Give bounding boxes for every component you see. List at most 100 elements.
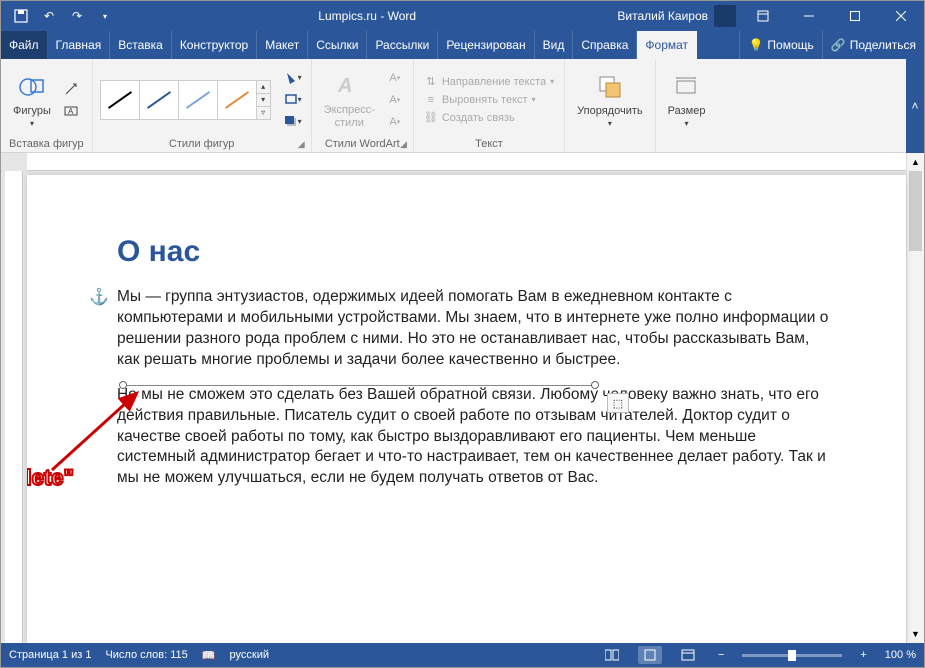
qat-customize[interactable]: ▾ xyxy=(93,4,117,28)
lightbulb-icon: 💡 xyxy=(748,38,763,52)
tab-format[interactable]: Формат xyxy=(637,31,697,59)
text-direction-button[interactable]: ⇅Направление текста ▾ xyxy=(422,74,556,90)
vertical-scrollbar[interactable]: ▲ ▼ xyxy=(906,153,924,643)
align-text-button[interactable]: ≡Выровнять текст ▾ xyxy=(422,92,556,108)
web-layout-button[interactable] xyxy=(676,646,700,664)
chevron-down-icon: ▾ xyxy=(30,119,34,128)
share-button[interactable]: 🔗Поделиться xyxy=(822,31,924,59)
link-icon: ⛓ xyxy=(424,111,438,125)
zoom-slider[interactable] xyxy=(742,654,842,657)
language-indicator[interactable]: русский xyxy=(230,649,269,661)
document-area: ▲ ▼ О нас ⚓ Мы — группа энтузиастов, оде… xyxy=(1,153,924,643)
tab-home[interactable]: Главная xyxy=(48,31,111,59)
group-wordart-styles: A Экспресс- стили A▾ A▾ A▾ Стили WordArt… xyxy=(312,59,414,152)
user-name: Виталий Каиров xyxy=(617,9,708,23)
paragraph-2: Но мы не сможем это сделать без Вашей об… xyxy=(117,385,836,490)
paragraph-1: Мы — группа энтузиастов, одержимых идеей… xyxy=(117,287,836,371)
group-text: ⇅Направление текста ▾ ≡Выровнять текст ▾… xyxy=(414,59,565,152)
style-preset-2[interactable] xyxy=(139,80,179,120)
line-handle-end[interactable] xyxy=(591,381,599,389)
size-button[interactable]: Размер ▾ xyxy=(664,69,710,130)
wordart-styles-button[interactable]: A Экспресс- стили xyxy=(320,68,379,130)
group-arrange: Упорядочить ▾ xyxy=(565,59,655,152)
scroll-thumb[interactable] xyxy=(909,171,922,251)
group-insert-shapes: Фигуры ▾ A Вставка фигур xyxy=(1,59,93,152)
ribbon: Фигуры ▾ A Вставка фигур ▴▾▿ xyxy=(1,59,906,153)
share-icon: 🔗 xyxy=(831,38,846,52)
tab-view[interactable]: Вид xyxy=(535,31,574,59)
style-preset-3[interactable] xyxy=(178,80,218,120)
style-preset-4[interactable] xyxy=(217,80,257,120)
tab-review[interactable]: Рецензирован xyxy=(438,31,534,59)
text-box-button[interactable]: A xyxy=(61,101,81,121)
style-preset-1[interactable] xyxy=(100,80,140,120)
shape-styles-launcher[interactable]: ◢ xyxy=(298,139,305,150)
gallery-scroll[interactable]: ▴▾▿ xyxy=(257,80,271,120)
titlebar: ↶ ↷ ▾ Lumpics.ru - Word Виталий Каиров xyxy=(1,1,924,31)
zoom-level[interactable]: 100 % xyxy=(885,649,916,661)
read-mode-button[interactable] xyxy=(600,646,624,664)
app-window: ↶ ↷ ▾ Lumpics.ru - Word Виталий Каиров Ф… xyxy=(0,0,925,668)
chevron-down-icon: ▾ xyxy=(608,119,612,128)
page[interactable]: О нас ⚓ Мы — группа энтузиастов, одержим… xyxy=(27,175,906,643)
heading: О нас xyxy=(117,235,836,269)
wordart-launcher[interactable]: ◢ xyxy=(400,139,407,150)
close-button[interactable] xyxy=(878,1,924,31)
statusbar: Страница 1 из 1 Число слов: 115 📖 русски… xyxy=(1,643,924,667)
shape-style-gallery[interactable]: ▴▾▿ xyxy=(101,80,271,120)
spellcheck-icon[interactable]: 📖 xyxy=(202,649,216,662)
annotation-delete-label: "Delete" xyxy=(27,465,74,491)
align-text-icon: ≡ xyxy=(424,93,438,107)
account-button[interactable]: Виталий Каиров xyxy=(617,5,740,27)
horizontal-ruler[interactable] xyxy=(27,153,906,171)
edit-shape-button[interactable] xyxy=(61,79,81,99)
tab-layout[interactable]: Макет xyxy=(257,31,308,59)
minimize-button[interactable] xyxy=(786,1,832,31)
arrange-button[interactable]: Упорядочить ▾ xyxy=(573,69,646,130)
ribbon-tabs: Файл Главная Вставка Конструктор Макет С… xyxy=(1,31,924,59)
tab-mailings[interactable]: Рассылки xyxy=(367,31,438,59)
shapes-icon xyxy=(16,71,48,103)
text-outline-button[interactable]: A▾ xyxy=(385,90,405,110)
shapes-button[interactable]: Фигуры ▾ xyxy=(9,69,55,130)
avatar xyxy=(714,5,736,27)
tab-references[interactable]: Ссылки xyxy=(308,31,367,59)
size-icon xyxy=(671,71,703,103)
svg-text:A: A xyxy=(68,107,74,116)
zoom-in-button[interactable]: + xyxy=(856,649,870,661)
page-indicator[interactable]: Страница 1 из 1 xyxy=(9,649,91,661)
scroll-up-button[interactable]: ▲ xyxy=(907,153,924,171)
collapse-ribbon-button[interactable]: ˄ xyxy=(906,59,924,153)
ribbon-options-button[interactable] xyxy=(740,1,786,31)
anchor-icon[interactable]: ⚓ xyxy=(89,287,109,307)
shape-effects-button[interactable]: ▾ xyxy=(283,112,303,132)
zoom-out-button[interactable]: − xyxy=(714,649,728,661)
text-fill-button[interactable]: A▾ xyxy=(385,68,405,88)
maximize-button[interactable] xyxy=(832,1,878,31)
text-effects-button[interactable]: A▾ xyxy=(385,112,405,132)
autosave-toggle[interactable] xyxy=(9,4,33,28)
vertical-ruler[interactable] xyxy=(5,171,23,643)
chevron-down-icon: ▾ xyxy=(685,119,689,128)
undo-button[interactable]: ↶ xyxy=(37,4,61,28)
tab-help[interactable]: Справка xyxy=(573,31,637,59)
scroll-down-button[interactable]: ▼ xyxy=(907,625,924,643)
window-title: Lumpics.ru - Word xyxy=(117,9,617,23)
tab-file[interactable]: Файл xyxy=(1,31,48,59)
redo-button[interactable]: ↷ xyxy=(65,4,89,28)
create-link-button[interactable]: ⛓Создать связь xyxy=(422,110,556,126)
layout-options-button[interactable]: ⬚ xyxy=(607,393,629,413)
shape-outline-button[interactable]: ▾ xyxy=(283,90,303,110)
layout-options-icon: ⬚ xyxy=(613,397,623,410)
shape-fill-button[interactable]: ▾ xyxy=(283,68,303,88)
tab-insert[interactable]: Вставка xyxy=(110,31,172,59)
text-direction-icon: ⇅ xyxy=(424,75,438,89)
tab-design[interactable]: Конструктор xyxy=(172,31,257,59)
arrange-icon xyxy=(594,71,626,103)
selected-line-shape[interactable] xyxy=(123,385,593,386)
word-count[interactable]: Число слов: 115 xyxy=(105,649,187,661)
help-button[interactable]: 💡Помощь xyxy=(739,31,821,59)
group-shape-styles: ▴▾▿ ▾ ▾ ▾ Стили фигур◢ xyxy=(93,59,312,152)
print-layout-button[interactable] xyxy=(638,646,662,664)
svg-text:A: A xyxy=(337,75,352,97)
